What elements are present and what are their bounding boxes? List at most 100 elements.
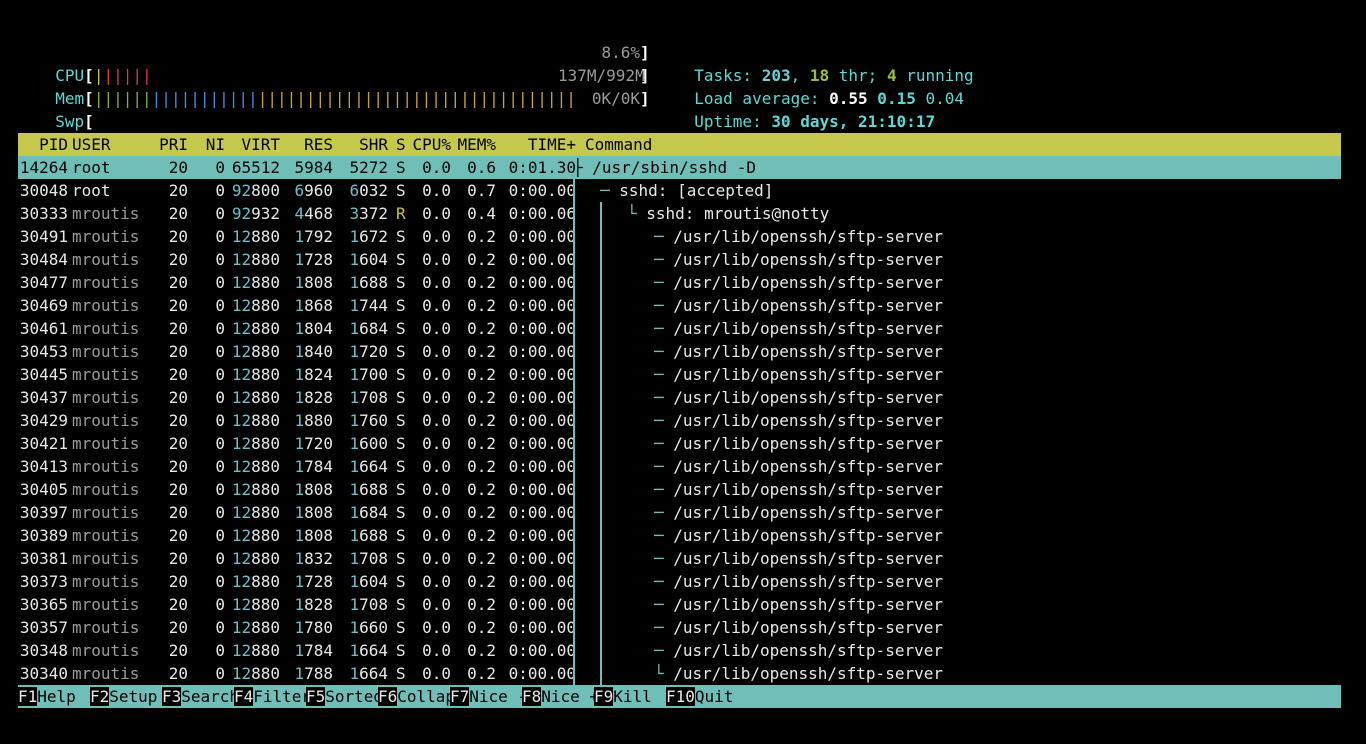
cell-cpu: 0.0: [422, 503, 451, 522]
cell-ni: 0: [215, 526, 225, 545]
fkey-f6[interactable]: F6Collap: [378, 685, 455, 708]
cell-mem: 0.2: [467, 457, 496, 476]
cell-user: mroutis: [72, 549, 140, 568]
tree-branch: ─: [654, 457, 674, 476]
process-row[interactable]: 30469 mroutis 20 0 12880 1868 1744 S 0.0 0.2 0:00.…: [18, 294, 1341, 317]
process-row[interactable]: 30381 mroutis 20 0 12880 1832 1708 S 0.0 0.2 0:00.…: [18, 547, 1341, 570]
process-row[interactable]: 30348 mroutis 20 0 12880 1784 1664 S 0.0 0.2 0:00.…: [18, 639, 1341, 662]
cell-ni: 0: [215, 572, 225, 591]
cell-shr: 1688: [349, 480, 388, 499]
fkey-f5[interactable]: F5Sorted: [306, 685, 383, 708]
process-row[interactable]: 30397 mroutis 20 0 12880 1808 1684 S 0.0 0.2 0:00.…: [18, 501, 1341, 524]
cell-res: 1728: [294, 572, 333, 591]
tree-guide: [573, 409, 575, 432]
cell-shr: 1760: [349, 411, 388, 430]
process-row[interactable]: 30461 mroutis 20 0 12880 1804 1684 S 0.0 0.2 0:00.…: [18, 317, 1341, 340]
cell-pid: 30413: [19, 457, 68, 476]
mem-bar-tick: |: [373, 89, 384, 108]
mem-bar-tick: |: [257, 89, 268, 108]
process-row[interactable]: 30429 mroutis 20 0 12880 1880 1760 S 0.0 0.2 0:00.…: [18, 409, 1341, 432]
fkey-f4[interactable]: F4Filter: [234, 685, 311, 708]
col-command[interactable]: Command: [585, 133, 652, 156]
tree-branch: ─: [654, 526, 674, 545]
mem-bar-tick: |: [469, 89, 480, 108]
fkey-f7[interactable]: F7Nice -: [450, 685, 527, 708]
process-row[interactable]: 30357 mroutis 20 0 12880 1780 1660 S 0.0 0.2 0:00.…: [18, 616, 1341, 639]
cell-cpu: 0.0: [422, 296, 451, 315]
command-text: /usr/lib/openssh/sftp-server: [673, 388, 943, 407]
tree-guide: [600, 294, 602, 317]
col-state[interactable]: S: [396, 133, 406, 156]
mem-bar-tick: |: [132, 89, 143, 108]
col-pid[interactable]: PID: [18, 133, 68, 156]
mem-bar-tick: |: [489, 89, 499, 108]
process-row[interactable]: 30405 mroutis 20 0 12880 1808 1688 S 0.0 0.2 0:00.…: [18, 478, 1341, 501]
process-row[interactable]: 30389 mroutis 20 0 12880 1808 1688 S 0.0 0.2 0:00.…: [18, 524, 1341, 547]
col-time[interactable]: TIME+: [508, 133, 576, 156]
process-row[interactable]: 30445 mroutis 20 0 12880 1824 1700 S 0.0 0.2 0:00.…: [18, 363, 1341, 386]
tree-branch: ─: [654, 365, 674, 384]
cell-user: mroutis: [72, 434, 140, 453]
cell-s: S: [396, 227, 406, 246]
fkey-label: Collap: [397, 687, 456, 706]
tree-branch: └: [654, 664, 674, 683]
cell-cpu: 0.0: [422, 158, 451, 177]
process-row[interactable]: 30491 mroutis 20 0 12880 1792 1672 S 0.0 0.2 0:00.…: [18, 225, 1341, 248]
tree-branch: ─: [654, 595, 674, 614]
cell-virt: 12880: [231, 664, 280, 683]
cell-time: 0:01.30: [508, 158, 576, 177]
col-ni[interactable]: NI: [198, 133, 225, 156]
cell-virt: 12880: [231, 503, 280, 522]
cell-s: S: [396, 388, 406, 407]
process-row[interactable]: 30333 mroutis 20 0 92932 4468 3372 R 0.0 0.4 0:00.…: [18, 202, 1341, 225]
col-cpu[interactable]: CPU%: [410, 133, 451, 156]
process-row[interactable]: 30484 mroutis 20 0 12880 1728 1604 S 0.0 0.2 0:00.…: [18, 248, 1341, 271]
cell-cpu: 0.0: [422, 181, 451, 200]
process-row[interactable]: 30421 mroutis 20 0 12880 1720 1600 S 0.0 0.2 0:00.…: [18, 432, 1341, 455]
cell-virt: 12880: [231, 388, 280, 407]
cell-s: S: [396, 158, 406, 177]
cell-mem: 0.2: [467, 411, 496, 430]
cell-mem: 0.2: [467, 434, 496, 453]
process-row[interactable]: 30048 root 20 0 92800 6960 6032 S 0.0 0.7 0:00.00 ─…: [18, 179, 1341, 202]
process-row[interactable]: 30437 mroutis 20 0 12880 1828 1708 S 0.0 0.2 0:00.…: [18, 386, 1341, 409]
col-pri[interactable]: PRI: [158, 133, 188, 156]
cell-pri: 20: [168, 480, 188, 499]
col-mem[interactable]: MEM%: [456, 133, 496, 156]
cell-virt: 65512: [231, 158, 280, 177]
fkey-key: F1: [18, 687, 38, 706]
col-shr[interactable]: SHR: [338, 133, 388, 156]
mem-bar-tick: |: [122, 89, 133, 108]
cell-time: 0:00.00: [508, 411, 576, 430]
process-row[interactable]: 30477 mroutis 20 0 12880 1808 1688 S 0.0 0.2 0:00.…: [18, 271, 1341, 294]
col-virt[interactable]: VIRT: [228, 133, 280, 156]
cell-mem: 0.2: [467, 342, 496, 361]
cell-res: 1868: [294, 296, 333, 315]
col-res[interactable]: RES: [288, 133, 333, 156]
process-row[interactable]: 30453 mroutis 20 0 12880 1840 1720 S 0.0 0.2 0:00.…: [18, 340, 1341, 363]
fkey-f10[interactable]: F10Quit: [666, 685, 733, 708]
process-row[interactable]: 30340 mroutis 20 0 12880 1788 1664 S 0.0 0.2 0:00.…: [18, 662, 1341, 685]
fkey-f9[interactable]: F9Kill: [594, 685, 671, 708]
col-user[interactable]: USER: [72, 133, 111, 156]
process-row[interactable]: 14264 root 20 0 65512 5984 5272 S 0.0 0.6 0:01.30 ├…: [18, 156, 1341, 179]
tree-guide: [573, 248, 575, 271]
fkey-f8[interactable]: F8Nice +: [522, 685, 599, 708]
column-header[interactable]: PID USER PRI NI VIRT RES SHR S CPU% MEM%…: [18, 133, 1341, 156]
process-row[interactable]: 30373 mroutis 20 0 12880 1728 1604 S 0.0 0.2 0:00.…: [18, 570, 1341, 593]
cell-cpu: 0.0: [422, 618, 451, 637]
cell-res: 1784: [294, 641, 333, 660]
fkey-f3[interactable]: F3Search: [162, 685, 239, 708]
cell-pid: 30357: [19, 618, 68, 637]
command-text: /usr/lib/openssh/sftp-server: [673, 480, 943, 499]
fkey-f2[interactable]: F2Setup: [90, 685, 167, 708]
cell-user: mroutis: [72, 641, 140, 660]
process-row[interactable]: 30413 mroutis 20 0 12880 1784 1664 S 0.0 0.2 0:00.…: [18, 455, 1341, 478]
cell-ni: 0: [215, 457, 225, 476]
tree-guide: [600, 662, 602, 685]
mem-bar-tick: |: [238, 89, 249, 108]
process-row[interactable]: 30365 mroutis 20 0 12880 1828 1708 S 0.0 0.2 0:00.…: [18, 593, 1341, 616]
cell-cpu: 0.0: [422, 388, 451, 407]
fkey-f1[interactable]: F1Help: [18, 685, 95, 708]
cell-s: S: [396, 319, 406, 338]
